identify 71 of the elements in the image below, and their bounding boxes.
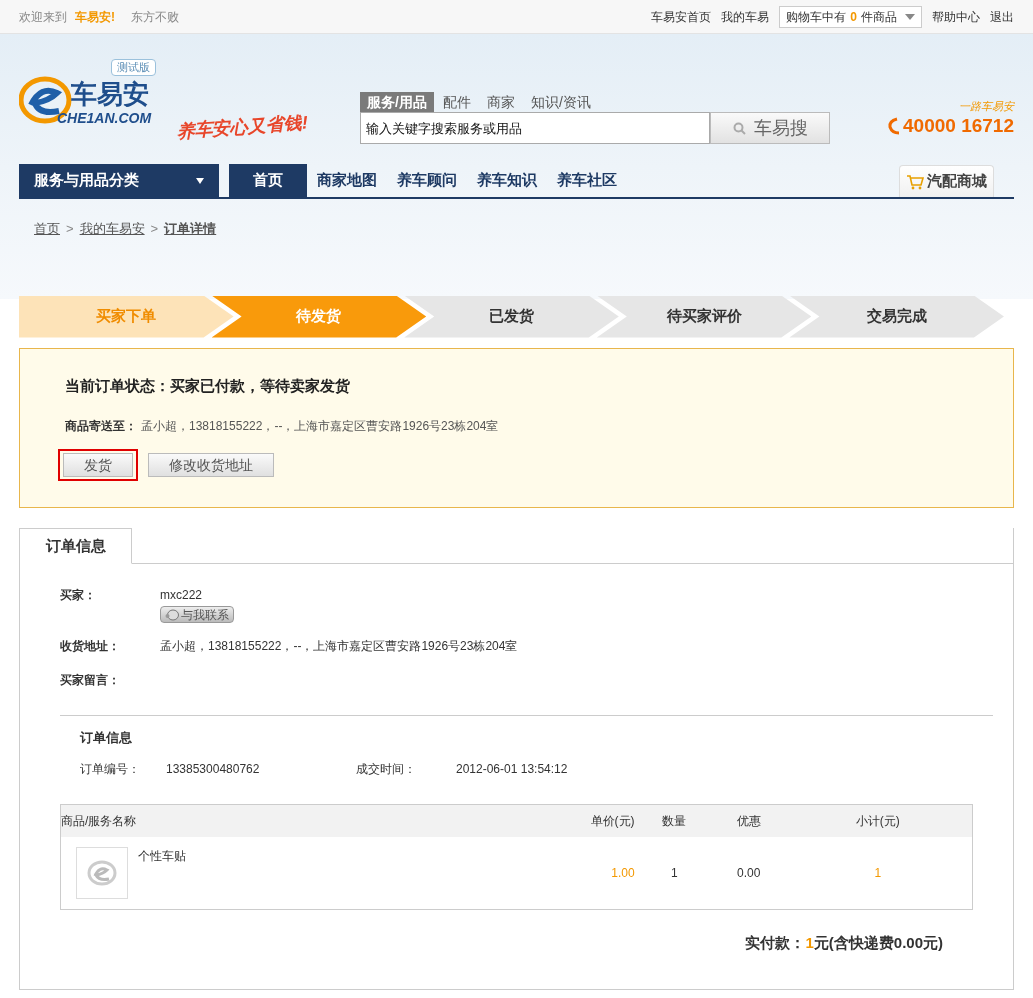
- buyer-name: mxc222: [160, 587, 203, 604]
- unit-price: 1.00: [610, 864, 635, 882]
- order-tab[interactable]: 订单信息: [20, 528, 132, 564]
- message-label: 买家留言：: [60, 672, 121, 689]
- status-title: 当前订单状态：买家已付款，等待卖家发货: [65, 375, 351, 396]
- welcome-text: 欢迎来到: [19, 8, 67, 26]
- top-link[interactable]: 帮助中心: [932, 7, 980, 26]
- ship-label: 商品寄送至：: [65, 418, 137, 435]
- product-name[interactable]: 个性车贴: [138, 846, 186, 865]
- top-link[interactable]: 车易安首页: [651, 7, 712, 26]
- nav-item[interactable]: 养车知识: [467, 164, 547, 197]
- deal-time: 2012-06-01 13:54:12: [456, 760, 568, 778]
- breadcrumb-separator: >: [150, 220, 159, 238]
- address-label: 收货地址：: [60, 638, 121, 655]
- nav-item[interactable]: 养车顾问: [387, 164, 467, 197]
- cart-icon: [906, 173, 924, 190]
- search-icon: [732, 121, 746, 135]
- nav-item[interactable]: 养车社区: [547, 164, 627, 197]
- column-header: 数量: [661, 812, 688, 830]
- hotline-caption: 一路车易安: [959, 101, 1014, 112]
- ship-address: 孟小超，13818155222，--，上海市嘉定区曹安路1926号23栋204室: [141, 418, 499, 435]
- top-link[interactable]: 退出: [990, 7, 1014, 26]
- breadcrumb-current: 订单详情: [164, 220, 217, 238]
- cart-count: 0: [850, 8, 857, 26]
- progress-step: 交易完成: [789, 295, 1004, 338]
- search-tab[interactable]: 知识/资讯: [523, 92, 598, 112]
- cart-suffix: 件商品: [861, 8, 897, 26]
- deal-time-label: 成交时间：: [356, 760, 417, 778]
- order-number-label: 订单编号：: [80, 760, 141, 778]
- nav-item[interactable]: 首页: [229, 164, 307, 197]
- progress-step: 买家下单: [19, 295, 234, 338]
- contact-button[interactable]: 与我联系: [160, 606, 234, 623]
- total-amount: 1: [805, 932, 814, 953]
- quantity: 1: [669, 864, 679, 882]
- column-header: 小计(元): [854, 812, 901, 830]
- column-header: 优惠: [735, 812, 762, 830]
- caret-icon: [196, 177, 204, 184]
- breadcrumb-link[interactable]: 首页: [34, 219, 60, 239]
- column-header: 商品/服务名称: [61, 812, 138, 830]
- total-suffix: 元(含快递费0.00元): [813, 932, 943, 953]
- total-label: 实付款：: [745, 932, 806, 953]
- subtotal: 1: [873, 864, 883, 882]
- beta-badge: 测试版: [111, 59, 156, 76]
- action-button[interactable]: 发货: [58, 449, 138, 481]
- breadcrumb-link[interactable]: 我的车易安: [79, 219, 145, 239]
- logo-e-icon: [87, 859, 117, 886]
- discount: 0.00: [736, 864, 762, 882]
- address-value: 孟小超，13818155222，--，上海市嘉定区曹安路1926号23栋204室: [160, 638, 518, 655]
- category-menu[interactable]: 服务与用品分类: [19, 164, 219, 197]
- chat-icon: [165, 608, 179, 621]
- nav-item[interactable]: 商家地图: [307, 164, 387, 197]
- cart-dropdown[interactable]: 购物车中有 0 件商品: [779, 5, 922, 28]
- search-tab[interactable]: 服务/用品: [360, 92, 434, 112]
- breadcrumb-separator: >: [66, 220, 74, 238]
- search-button[interactable]: 车易搜: [710, 112, 830, 144]
- order-number: 13385300480762: [166, 760, 261, 778]
- logo-domain: CHE1AN.COM: [57, 111, 152, 125]
- buyer-label: 买家：: [60, 587, 97, 604]
- parts-mall-button[interactable]: 汽配商城: [899, 165, 994, 197]
- search-tab[interactable]: 商家: [479, 92, 522, 112]
- hotline-number: 40000 16712: [903, 114, 1014, 138]
- logo-text: 车易安: [71, 81, 149, 107]
- caret-icon: [905, 13, 915, 20]
- order-info-title: 订单信息: [80, 729, 133, 747]
- slogan: 养车安心又省钱!: [175, 111, 309, 144]
- search-field[interactable]: 输入关键字搜索服务或用品: [360, 112, 710, 144]
- cart-prefix: 购物车中有: [786, 8, 847, 26]
- username: 东方不败: [131, 8, 179, 26]
- top-link[interactable]: 我的车易: [721, 7, 770, 26]
- search-tab[interactable]: 配件: [435, 92, 478, 112]
- column-header: 单价(元): [589, 812, 635, 830]
